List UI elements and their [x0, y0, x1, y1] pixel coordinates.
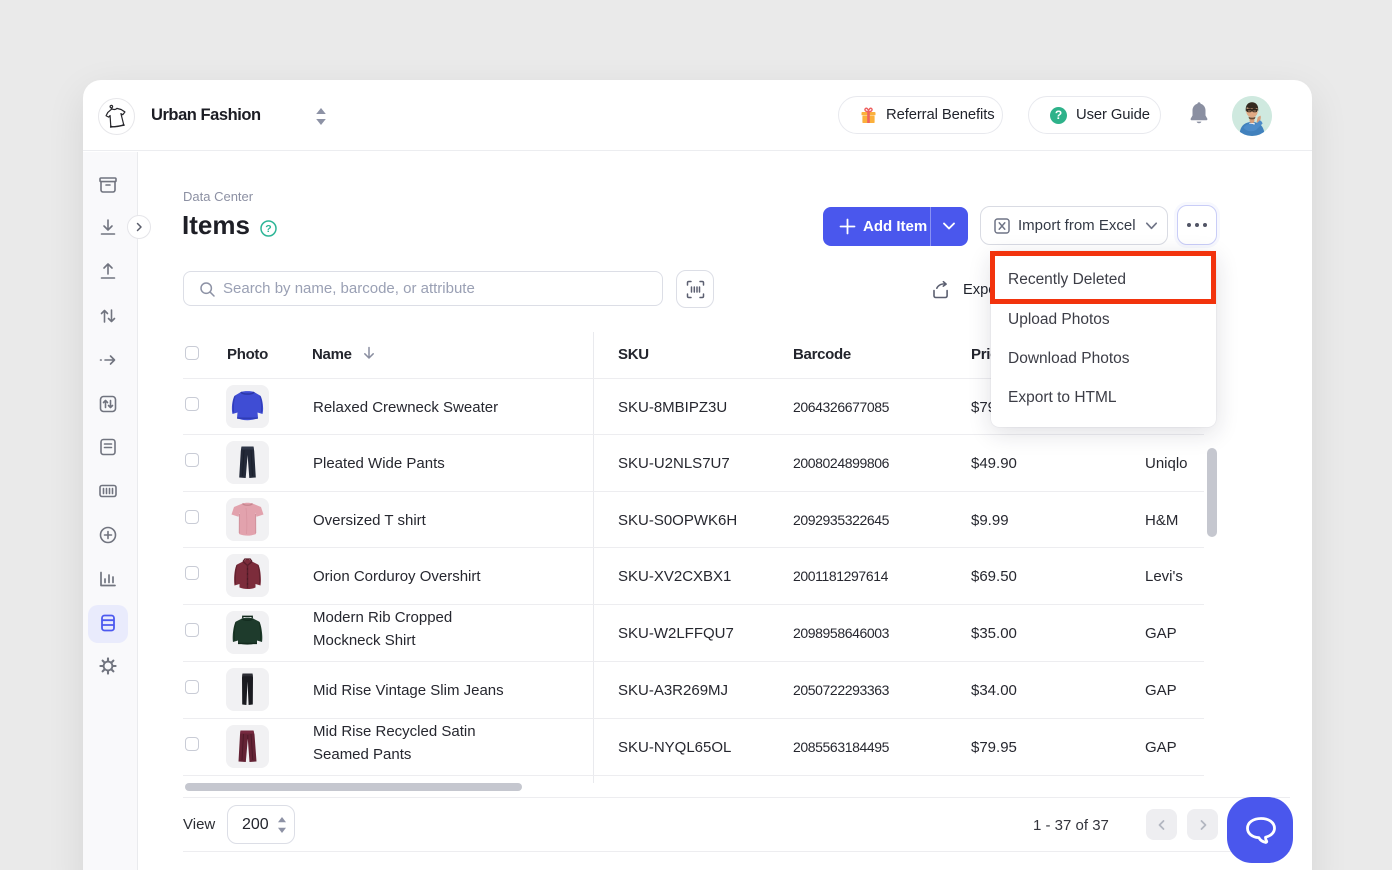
- svg-text:?: ?: [265, 223, 271, 235]
